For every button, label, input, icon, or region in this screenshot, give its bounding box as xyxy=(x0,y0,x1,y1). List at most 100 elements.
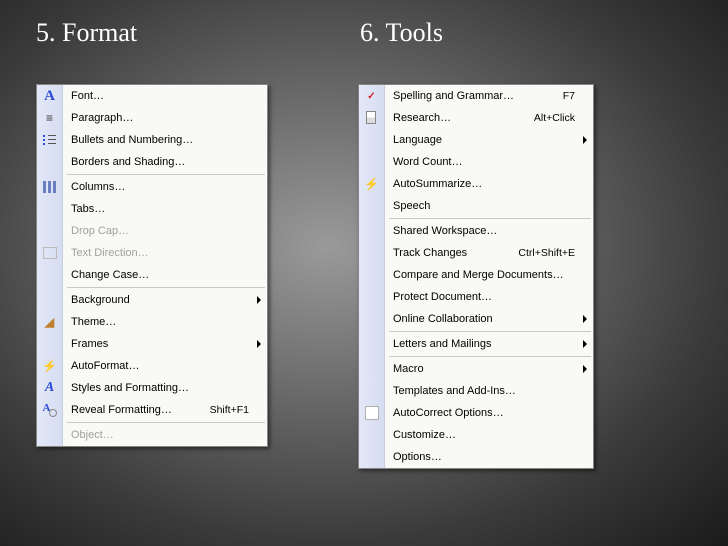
menu-item-frames[interactable]: Frames xyxy=(37,333,267,355)
menu-item-compare-and-merge-documents[interactable]: Compare and Merge Documents… xyxy=(359,264,593,286)
menu-item-icon-col xyxy=(37,289,63,311)
menu-item-icon-col xyxy=(37,220,63,242)
research-icon xyxy=(365,111,379,125)
styles-icon: A xyxy=(42,380,58,396)
font-icon: A xyxy=(42,88,58,104)
submenu-arrow-icon xyxy=(583,315,587,323)
menu-item-font[interactable]: A Font… xyxy=(37,85,267,107)
menu-item-shared-workspace[interactable]: Shared Workspace… xyxy=(359,220,593,242)
menu-item-protect-document[interactable]: Protect Document… xyxy=(359,286,593,308)
menu-item-icon-col xyxy=(37,129,63,151)
menu-item-language[interactable]: Language xyxy=(359,129,593,151)
menu-item-icon-col xyxy=(359,195,385,217)
menu-item-autosummarize[interactable]: ⚡AutoSummarize… xyxy=(359,173,593,195)
menu-item-label: Options… xyxy=(385,451,593,463)
menu-item-borders-and-shading[interactable]: Borders and Shading… xyxy=(37,151,267,173)
submenu-arrow-icon xyxy=(583,365,587,373)
submenu-arrow-icon xyxy=(257,296,261,304)
spell-icon: ✓ xyxy=(364,88,380,104)
reveal-icon xyxy=(43,403,57,417)
columns-icon xyxy=(43,181,57,193)
menu-item-label: Spelling and Grammar… xyxy=(385,90,563,102)
submenu-arrow-icon xyxy=(583,136,587,144)
menu-item-label: Drop Cap… xyxy=(63,225,267,237)
menu-item-label: Tabs… xyxy=(63,203,267,215)
menu-item-icon-col xyxy=(37,399,63,421)
menu-item-icon-col xyxy=(359,358,385,380)
bullets-icon xyxy=(43,134,57,146)
menu-item-icon-col xyxy=(359,446,385,468)
menu-item-bullets-and-numbering[interactable]: Bullets and Numbering… xyxy=(37,129,267,151)
menu-item-label: Object… xyxy=(63,429,267,441)
wordcount-icon xyxy=(365,155,379,169)
menu-item-change-case[interactable]: Change Case… xyxy=(37,264,267,286)
menu-item-icon-col xyxy=(37,264,63,286)
menu-item-label: Bullets and Numbering… xyxy=(63,134,267,146)
menu-item-background[interactable]: Background xyxy=(37,289,267,311)
tools-menu: ✓ Spelling and Grammar…F7 Research…Alt+Cli… xyxy=(358,84,594,469)
menu-item-shortcut: Ctrl+Shift+E xyxy=(518,247,593,259)
menu-item-reveal-formatting[interactable]: Reveal Formatting…Shift+F1 xyxy=(37,399,267,421)
menu-item-theme[interactable]: ◢Theme… xyxy=(37,311,267,333)
menu-item-label: Paragraph… xyxy=(63,112,267,124)
menu-item-label: Borders and Shading… xyxy=(63,156,267,168)
menu-item-templates-and-add-ins[interactable]: Templates and Add-Ins… xyxy=(359,380,593,402)
menu-item-object: Object… xyxy=(37,424,267,446)
menu-item-word-count[interactable]: Word Count… xyxy=(359,151,593,173)
menu-item-autoformat[interactable]: ⚡AutoFormat… xyxy=(37,355,267,377)
menu-item-icon-col xyxy=(359,242,385,264)
menu-item-icon-col: ✓ xyxy=(359,85,385,107)
menu-item-label: Styles and Formatting… xyxy=(63,382,267,394)
menu-item-icon-col: ◢ xyxy=(37,311,63,333)
menu-item-icon-col: ≡ xyxy=(37,107,63,129)
menu-item-label: Word Count… xyxy=(385,156,593,168)
section-title-format: 5. Format xyxy=(36,18,137,48)
menu-item-icon-col xyxy=(37,424,63,446)
menu-item-icon-col: ⚡ xyxy=(37,355,63,377)
menu-item-icon-col: ⚡ xyxy=(359,173,385,195)
menu-item-styles-and-formatting[interactable]: A Styles and Formatting… xyxy=(37,377,267,399)
menu-item-autocorrect-options[interactable]: AutoCorrect Options… xyxy=(359,402,593,424)
menu-item-letters-and-mailings[interactable]: Letters and Mailings xyxy=(359,333,593,355)
menu-item-label: Shared Workspace… xyxy=(385,225,593,237)
menu-item-customize[interactable]: Customize… xyxy=(359,424,593,446)
menu-item-label: Protect Document… xyxy=(385,291,593,303)
menu-item-label: Research… xyxy=(385,112,534,124)
menu-item-research[interactable]: Research…Alt+Click xyxy=(359,107,593,129)
menu-item-paragraph[interactable]: ≡Paragraph… xyxy=(37,107,267,129)
menu-item-label: Customize… xyxy=(385,429,593,441)
menu-item-label: Macro xyxy=(385,363,593,375)
menu-item-icon-col xyxy=(37,242,63,264)
menu-item-label: AutoCorrect Options… xyxy=(385,407,593,419)
menu-item-columns[interactable]: Columns… xyxy=(37,176,267,198)
menu-item-icon-col xyxy=(359,402,385,424)
menu-item-shortcut: F7 xyxy=(563,90,593,102)
submenu-arrow-icon xyxy=(583,340,587,348)
menu-item-label: Track Changes xyxy=(385,247,518,259)
menu-item-shortcut: Shift+F1 xyxy=(210,404,267,416)
menu-item-label: Font… xyxy=(63,90,267,102)
menu-item-icon-col xyxy=(359,264,385,286)
menu-item-icon-col xyxy=(37,198,63,220)
menu-item-speech[interactable]: Speech xyxy=(359,195,593,217)
menu-item-label: Background xyxy=(63,294,267,306)
menu-item-spelling-and-grammar[interactable]: ✓ Spelling and Grammar…F7 xyxy=(359,85,593,107)
menu-item-icon-col xyxy=(37,176,63,198)
menu-item-online-collaboration[interactable]: Online Collaboration xyxy=(359,308,593,330)
autoformat-icon: ⚡ xyxy=(42,358,58,374)
menu-item-options[interactable]: Options… xyxy=(359,446,593,468)
menu-item-label: Columns… xyxy=(63,181,267,193)
menu-item-tabs[interactable]: Tabs… xyxy=(37,198,267,220)
menu-item-icon-col xyxy=(359,333,385,355)
menu-item-icon-col: A xyxy=(37,377,63,399)
menu-item-icon-col xyxy=(359,380,385,402)
summarize-icon: ⚡ xyxy=(364,176,380,192)
menu-item-label: Frames xyxy=(63,338,267,350)
menu-item-label: Speech xyxy=(385,200,593,212)
menu-item-icon-col xyxy=(359,220,385,242)
autocorrect-icon xyxy=(365,406,379,420)
paint-icon: ◢ xyxy=(42,314,58,330)
menu-item-track-changes[interactable]: Track ChangesCtrl+Shift+E xyxy=(359,242,593,264)
submenu-arrow-icon xyxy=(257,340,261,348)
menu-item-macro[interactable]: Macro xyxy=(359,358,593,380)
